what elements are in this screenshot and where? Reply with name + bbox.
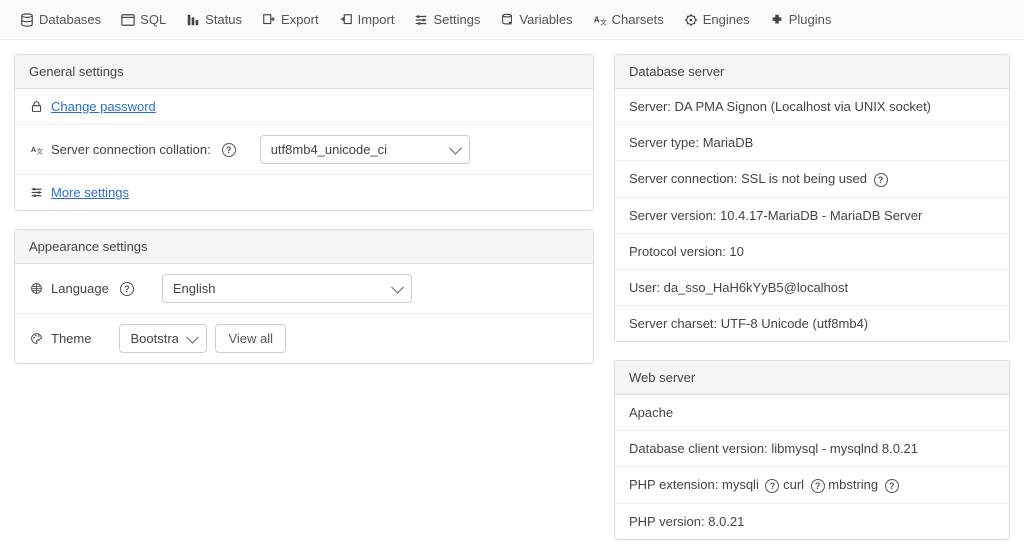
help-icon[interactable]: ? [120,282,134,296]
change-password-link[interactable]: Change password [51,99,156,114]
nav-settings[interactable]: Settings [404,6,490,33]
nav-label: Import [358,12,395,27]
nav-label: Engines [703,12,750,27]
panel-title: Web server [615,361,1009,395]
info-row: Server charset: UTF-8 Unicode (utf8mb4) [615,306,1009,341]
plugins-icon [770,13,784,27]
info-row: Server version: 10.4.17-MariaDB - MariaD… [615,198,1009,234]
nav-label: Plugins [789,12,832,27]
sql-icon [121,13,135,27]
info-row: PHP version: 8.0.21 [615,504,1009,539]
appearance-settings-panel: Appearance settings Language ? English T… [14,229,594,364]
nav-status[interactable]: Status [176,6,252,33]
panel-title: Database server [615,55,1009,89]
nav-label: Charsets [612,12,664,27]
panel-title: Appearance settings [15,230,593,264]
nav-label: Status [205,12,242,27]
export-icon [262,13,276,27]
theme-label: Theme [51,331,91,346]
settings-icon [29,186,43,200]
status-icon [186,13,200,27]
nav-import[interactable]: Import [329,6,405,33]
info-row: PHP extension: mysqli ? curl ? mbstring … [615,467,1009,504]
lock-icon [29,100,43,114]
phpext-label: PHP extension: [629,477,718,492]
more-settings-link[interactable]: More settings [51,185,129,200]
nav-charsets[interactable]: A文 Charsets [583,6,674,33]
help-icon[interactable]: ? [765,479,779,493]
nav-label: Databases [39,12,101,27]
charsets-icon: A文 [593,13,607,27]
help-icon[interactable]: ? [885,479,899,493]
nav-label: Settings [433,12,480,27]
collation-label: Server connection collation: [51,142,211,157]
phpext-item: mysqli [722,477,759,492]
database-icon [20,13,34,27]
settings-icon [414,13,428,27]
nav-engines[interactable]: Engines [674,6,760,33]
engines-icon [684,13,698,27]
language-icon [29,282,43,296]
info-row: Server type: MariaDB [615,125,1009,161]
help-icon[interactable]: ? [811,479,825,493]
nav-label: Variables [519,12,572,27]
collation-select[interactable]: utf8mb4_unicode_ci [260,135,470,164]
theme-icon [29,332,43,346]
variables-icon [500,13,514,27]
database-server-panel: Database server Server: DA PMA Signon (L… [614,54,1010,342]
info-row: Server: DA PMA Signon (Localhost via UNI… [615,89,1009,125]
top-nav: Databases SQL Status Export Import Setti… [0,0,1024,40]
language-select[interactable]: English [162,274,412,303]
help-icon[interactable]: ? [222,143,236,157]
nav-variables[interactable]: Variables [490,6,582,33]
svg-text:文: 文 [600,17,607,26]
info-text: Server connection: SSL is not being used [629,171,867,186]
general-settings-panel: General settings Change password A文 Serv… [14,54,594,211]
panel-title: General settings [15,55,593,89]
info-row: Server connection: SSL is not being used… [615,161,1009,198]
phpext-item: mbstring [828,477,878,492]
help-icon[interactable]: ? [874,173,888,187]
charsets-icon: A文 [29,143,43,157]
nav-label: SQL [140,12,166,27]
nav-export[interactable]: Export [252,6,329,33]
nav-plugins[interactable]: Plugins [760,6,842,33]
theme-select[interactable]: Bootstrap [119,324,207,353]
phpext-item: curl [783,477,804,492]
web-server-panel: Web server Apache Database client versio… [614,360,1010,540]
nav-sql[interactable]: SQL [111,6,176,33]
info-row: User: da_sso_HaH6kYyB5@localhost [615,270,1009,306]
nav-label: Export [281,12,319,27]
nav-databases[interactable]: Databases [10,6,111,33]
info-row: Database client version: libmysql - mysq… [615,431,1009,467]
info-row: Apache [615,395,1009,431]
info-row: Protocol version: 10 [615,234,1009,270]
import-icon [339,13,353,27]
svg-text:A: A [594,15,600,24]
view-all-button[interactable]: View all [215,324,286,353]
language-label: Language [51,281,109,296]
svg-text:文: 文 [36,147,43,156]
